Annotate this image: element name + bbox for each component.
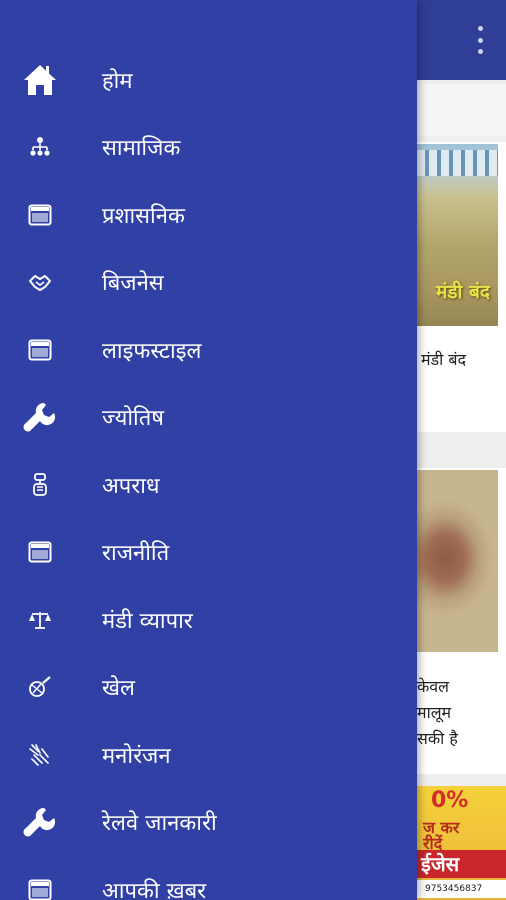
handshake-icon [22,264,58,300]
nav-item-astrology[interactable]: ज्योतिष [0,384,417,452]
nav-item-label: सामाजिक [102,136,181,162]
entertainment-icon [22,737,58,773]
news-card[interactable]: केवल मालूम सकी है [405,468,506,774]
feed-header-strip [417,84,506,136]
window-icon [22,534,58,570]
news-title-line: मालूम [417,703,452,722]
sport-icon [22,669,58,705]
nav-item-administrative[interactable]: प्रशासनिक [0,181,417,249]
ad-brand: ईजेस [417,850,506,878]
nav-item-label: बिजनेस [102,271,164,297]
ad-phone: 9753456837 [417,880,506,898]
nav-list: होम सामाजिक प्रशासनिक बिजनेस लाइफस्टाइल … [0,46,417,900]
ad-banner[interactable]: 0% ज कर रीदें ईजेस 9753456837 [417,786,506,900]
nav-item-home[interactable]: होम [0,46,417,114]
news-title: केवल मालूम सकी है [417,674,506,752]
overflow-menu-icon[interactable] [468,26,492,54]
news-card[interactable]: मंडी बंद मंडी बंद [405,142,506,432]
nav-item-your-news[interactable]: आपकी ख़बर [0,856,417,900]
nav-item-label: राजनीति [102,541,170,567]
nav-item-label: प्रशासनिक [102,203,185,229]
nav-item-label: खेल [102,676,135,702]
news-thumbnail: मंडी बंद [405,144,498,326]
nav-item-label: अपराध [102,473,160,499]
nav-item-label: रेलवे जानकारी [102,811,217,837]
handcuff-icon [22,467,58,503]
nav-item-label: ज्योतिष [102,406,164,432]
window-icon [22,872,58,900]
nav-item-crime[interactable]: अपराध [0,451,417,519]
nav-item-market-trade[interactable]: मंडी व्यापार [0,586,417,654]
nav-item-label: मनोरंजन [102,743,171,769]
nav-item-lifestyle[interactable]: लाइफस्टाइल [0,316,417,384]
nav-item-label: मंडी व्यापार [102,608,193,634]
home-icon [22,62,58,98]
scale-icon [22,602,58,638]
news-thumbnail [405,470,498,652]
ad-discount: 0% [431,788,469,813]
window-icon [22,332,58,368]
nav-item-label: आपकी ख़बर [102,878,207,900]
navigation-drawer: होम सामाजिक प्रशासनिक बिजनेस लाइफस्टाइल … [0,0,417,900]
nav-item-label: लाइफस्टाइल [102,338,202,364]
window-icon [22,197,58,233]
news-title-line: केवल [417,677,450,696]
nav-item-business[interactable]: बिजनेस [0,249,417,317]
wrench-icon [22,804,58,840]
nav-item-social[interactable]: सामाजिक [0,114,417,182]
nav-item-entertainment[interactable]: मनोरंजन [0,721,417,789]
people-hierarchy-icon [22,129,58,165]
news-title: मंडी बंद [421,350,466,369]
news-title-line: सकी है [417,729,458,748]
wrench-icon [22,399,58,435]
thumbnail-caption: मंडी बंद [435,281,490,303]
nav-item-label: होम [102,68,133,94]
nav-item-sports[interactable]: खेल [0,654,417,722]
nav-item-politics[interactable]: राजनीति [0,519,417,587]
nav-item-railway-info[interactable]: रेलवे जानकारी [0,789,417,857]
